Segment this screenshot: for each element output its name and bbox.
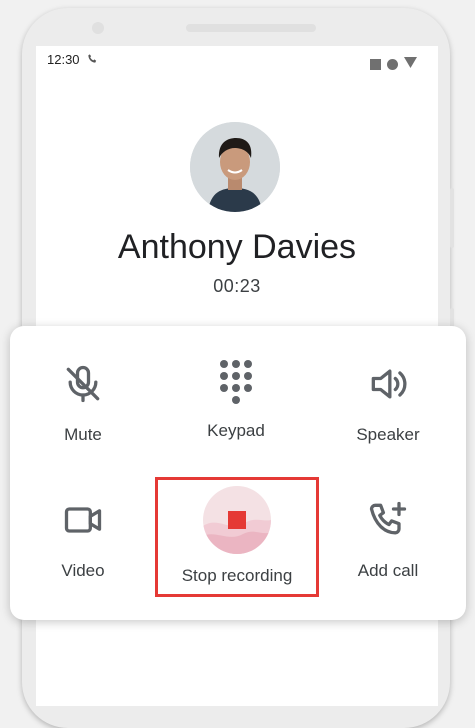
call-status-icon [87,52,98,67]
stop-recording-label: Stop recording [181,566,293,585]
recording-indicator [203,486,271,554]
mic-off-icon [8,362,158,411]
contact-name: Anthony Davies [117,228,357,266]
add-call-button[interactable]: Add call [313,498,463,581]
speaker-icon [313,362,463,411]
earpiece-speaker [186,24,316,32]
circle-icon [387,58,398,70]
keypad-label: Keypad [207,421,265,440]
stop-icon [228,511,246,529]
video-button[interactable]: Video [8,498,158,581]
stop-recording-button[interactable]: Stop recording [162,486,312,586]
contact-avatar [190,122,280,212]
status-bar: 12:30 [47,52,98,67]
speaker-label: Speaker [356,425,420,444]
add-call-icon [313,498,463,547]
mute-label: Mute [64,425,102,444]
front-camera [92,22,104,34]
call-duration: 00:23 [213,276,261,296]
triangle-icon [404,55,417,73]
dialpad-icon [161,358,311,411]
phone-side-button [450,188,454,248]
status-icons [370,55,417,73]
speaker-button[interactable]: Speaker [313,362,463,445]
square-icon [370,58,381,70]
video-camera-icon [8,498,158,547]
add-call-label: Add call [357,561,419,580]
mute-button[interactable]: Mute [8,362,158,445]
keypad-button[interactable]: Keypad [161,358,311,441]
status-time: 12:30 [47,52,80,67]
video-label: Video [61,561,105,580]
